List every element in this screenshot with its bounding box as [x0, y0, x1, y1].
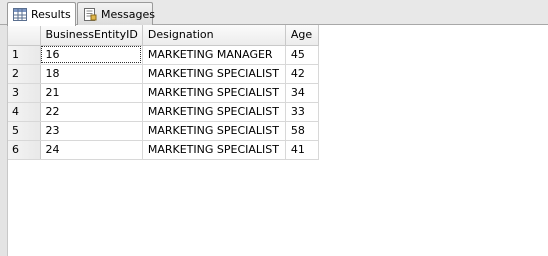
grid-header-row: BusinessEntityID Designation Age: [8, 25, 319, 46]
cell-age[interactable]: 42: [285, 64, 319, 84]
row-number[interactable]: 3: [8, 83, 41, 103]
cell-designation[interactable]: MARKETING MANAGER: [142, 45, 286, 65]
cell-designation[interactable]: MARKETING SPECIALIST: [142, 140, 286, 160]
cell-businessentityid[interactable]: 18: [40, 64, 143, 84]
cell-age[interactable]: 45: [285, 45, 319, 65]
cell-designation[interactable]: MARKETING SPECIALIST: [142, 121, 286, 141]
table-row: 3 21 MARKETING SPECIALIST 34: [8, 83, 319, 103]
cell-age[interactable]: 41: [285, 140, 319, 160]
cell-businessentityid[interactable]: 16: [40, 45, 143, 65]
column-header-age[interactable]: Age: [285, 25, 319, 46]
cell-businessentityid[interactable]: 22: [40, 102, 143, 122]
cell-age[interactable]: 58: [285, 121, 319, 141]
table-row: 2 18 MARKETING SPECIALIST 42: [8, 64, 319, 84]
tab-results-label: Results: [31, 8, 71, 21]
grid-icon: [13, 8, 27, 21]
tab-messages[interactable]: Messages: [77, 2, 155, 25]
cell-age[interactable]: 33: [285, 102, 319, 122]
row-number[interactable]: 5: [8, 121, 41, 141]
column-header-designation[interactable]: Designation: [142, 25, 286, 46]
cell-designation[interactable]: MARKETING SPECIALIST: [142, 102, 286, 122]
cell-businessentityid[interactable]: 24: [40, 140, 143, 160]
table-row: 1 16 MARKETING MANAGER 45: [8, 45, 319, 65]
tab-messages-label: Messages: [101, 7, 155, 21]
tab-results[interactable]: Results: [7, 2, 76, 26]
results-tabstrip: Results Messages: [0, 0, 548, 26]
cell-designation[interactable]: MARKETING SPECIALIST: [142, 83, 286, 103]
grid-left-margin: [0, 25, 8, 256]
cell-businessentityid[interactable]: 21: [40, 83, 143, 103]
row-number[interactable]: 4: [8, 102, 41, 122]
column-header-businessentityid[interactable]: BusinessEntityID: [40, 25, 143, 46]
results-grid: BusinessEntityID Designation Age 1 16 MA…: [8, 25, 319, 160]
table-row: 6 24 MARKETING SPECIALIST 41: [8, 140, 319, 160]
cell-age[interactable]: 34: [285, 83, 319, 103]
cell-businessentityid[interactable]: 23: [40, 121, 143, 141]
table-row: 4 22 MARKETING SPECIALIST 33: [8, 102, 319, 122]
messages-icon: [83, 7, 97, 21]
table-row: 5 23 MARKETING SPECIALIST 58: [8, 121, 319, 141]
cell-designation[interactable]: MARKETING SPECIALIST: [142, 64, 286, 84]
row-header-corner[interactable]: [8, 25, 41, 46]
row-number[interactable]: 2: [8, 64, 41, 84]
results-grid-container[interactable]: BusinessEntityID Designation Age 1 16 MA…: [8, 25, 548, 256]
row-number[interactable]: 6: [8, 140, 41, 160]
row-number[interactable]: 1: [8, 45, 41, 65]
